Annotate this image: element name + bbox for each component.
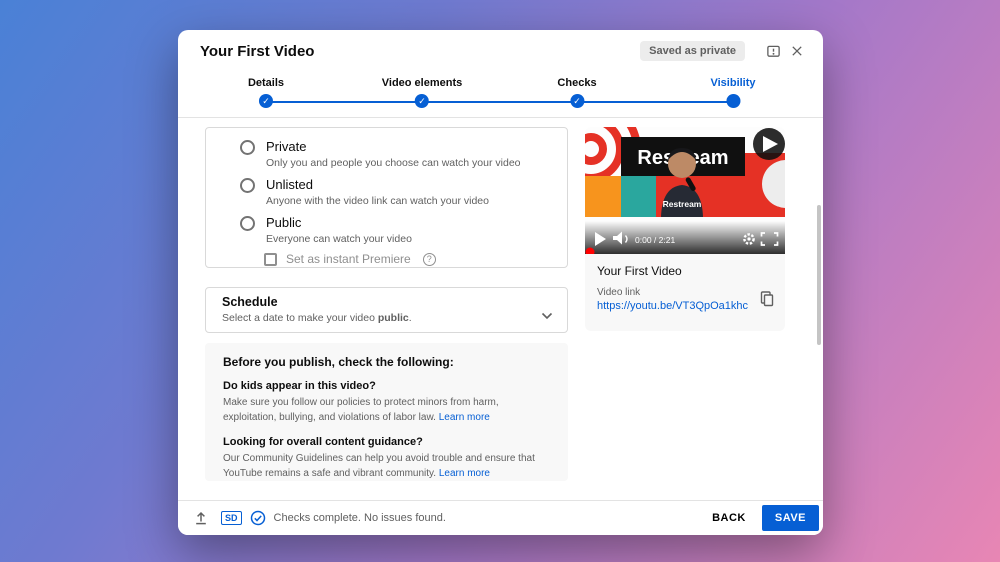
video-link-label: Video link <box>597 287 641 298</box>
schedule-description: Select a date to make your video public. <box>222 312 412 324</box>
public-radio[interactable] <box>240 216 255 231</box>
back-button[interactable]: BACK <box>702 506 756 530</box>
video-thumbnail: Restream Restream 0:00 / <box>585 127 785 254</box>
processing-upload-button[interactable] <box>189 506 213 530</box>
step-complete-icon: ✓ <box>569 94 584 108</box>
publish-checks-title: Before you publish, check the following: <box>223 355 454 369</box>
private-radio[interactable] <box>240 140 255 155</box>
copy-icon <box>760 291 774 307</box>
close-button[interactable] <box>785 39 809 63</box>
close-icon <box>792 46 802 56</box>
instant-premiere-checkbox[interactable] <box>264 252 277 266</box>
step-checks[interactable]: Checks ✓ <box>557 77 597 108</box>
step-video-elements[interactable]: Video elements ✓ <box>382 77 462 108</box>
check-item-kids: Do kids appear in this video? Make sure … <box>223 380 499 423</box>
check-item-guidance: Looking for overall content guidance? Ou… <box>223 436 535 479</box>
stepper: Details ✓ Video elements ✓ Checks ✓ Visi… <box>178 72 823 118</box>
visibility-options-card: Private Only you and people you choose c… <box>205 127 568 268</box>
step-complete-icon: ✓ <box>415 94 429 108</box>
dialog-header: Your First Video Saved as private <box>178 30 823 72</box>
feedback-button[interactable] <box>761 39 785 63</box>
option-unlisted[interactable]: Unlisted Anyone with the video link can … <box>240 173 551 211</box>
save-button[interactable]: SAVE <box>761 505 819 531</box>
video-player[interactable]: Restream Restream 0:00 / <box>585 127 785 254</box>
upload-icon <box>196 511 206 525</box>
checks-complete-icon <box>250 510 265 526</box>
dialog-footer: SD Checks complete. No issues found. BAC… <box>178 500 823 535</box>
learn-more-link[interactable]: Learn more <box>439 412 490 423</box>
dialog-title: Your First Video <box>200 42 315 60</box>
feedback-icon <box>766 45 780 57</box>
learn-more-link[interactable]: Learn more <box>439 468 490 479</box>
option-public[interactable]: Public Everyone can watch your video <box>240 211 551 249</box>
preview-video-title: Your First Video <box>597 264 682 278</box>
chevron-down-icon[interactable] <box>541 307 553 325</box>
saved-status-badge: Saved as private <box>640 41 745 61</box>
video-info-box: Your First Video Video link https://yout… <box>585 254 785 331</box>
player-time: 0:00 / 2:21 <box>635 235 675 245</box>
step-details[interactable]: Details ✓ <box>248 77 284 108</box>
publish-checks-section: Before you publish, check the following:… <box>205 343 568 481</box>
step-complete-icon: ✓ <box>258 94 273 108</box>
thumb-brand-small: Restream <box>663 199 702 209</box>
upload-dialog: Your First Video Saved as private Detail… <box>178 30 823 535</box>
help-icon[interactable]: ? <box>422 252 436 266</box>
instant-premiere-row: Set as instant Premiere ? <box>264 252 551 266</box>
schedule-expander[interactable]: Schedule Select a date to make your vide… <box>205 287 568 333</box>
play-overlay-button[interactable] <box>753 128 785 160</box>
scrollbar-thumb[interactable] <box>817 205 821 345</box>
video-link-url[interactable]: https://youtu.be/VT3QpOa1khc <box>597 300 773 312</box>
step-visibility[interactable]: Visibility <box>710 77 756 108</box>
step-current-icon <box>725 94 740 108</box>
option-private[interactable]: Private Only you and people you choose c… <box>240 135 551 173</box>
sd-quality-badge: SD <box>221 511 242 525</box>
stepper-progress-line <box>266 101 733 103</box>
unlisted-radio[interactable] <box>240 178 255 193</box>
checks-status-text: Checks complete. No issues found. <box>273 512 446 524</box>
copy-link-button[interactable] <box>759 290 775 313</box>
video-preview-panel: Restream Restream 0:00 / <box>585 127 785 331</box>
